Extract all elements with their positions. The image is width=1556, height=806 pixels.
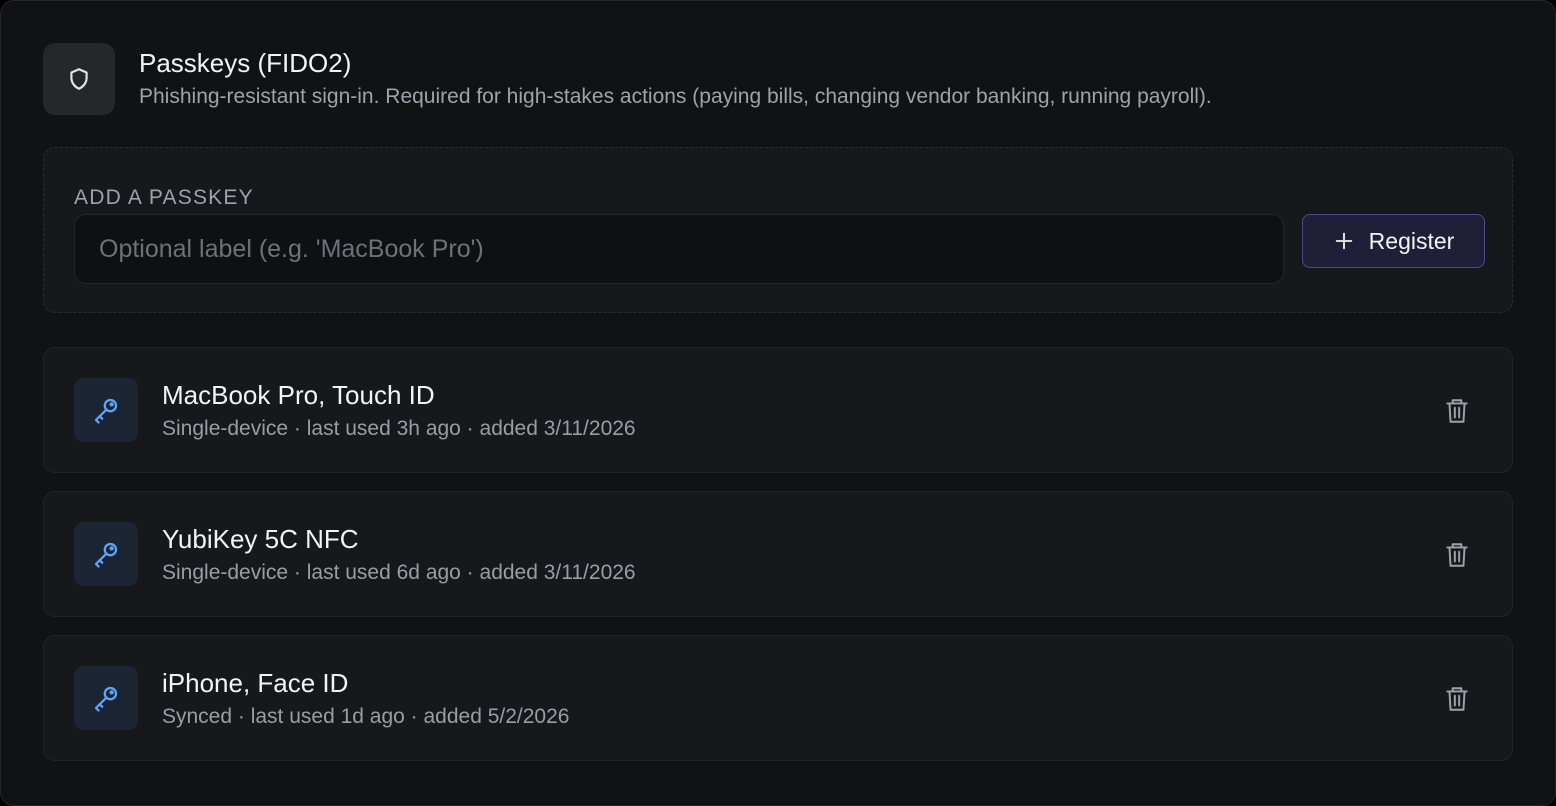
passkey-label-input[interactable] [74,214,1284,284]
register-button-label: Register [1368,227,1455,254]
passkey-name: YubiKey 5C NFC [162,524,359,554]
passkey-meta: Single-device · last used 3h ago · added… [162,417,636,440]
passkey-meta: Synced · last used 1d ago · added 5/2/20… [162,705,570,728]
passkey-name: MacBook Pro, Touch ID [162,380,435,410]
plus-icon [1333,230,1355,252]
passkey-item: YubiKey 5C NFC Single-device · last used… [43,491,1513,617]
trash-icon[interactable] [1440,682,1474,716]
key-icon [74,666,138,730]
trash-icon[interactable] [1440,538,1474,572]
key-icon [74,522,138,586]
passkey-name: iPhone, Face ID [162,668,349,698]
passkey-meta: Single-device · last used 6d ago · added… [162,561,636,584]
passkey-item: iPhone, Face ID Synced · last used 1d ag… [43,635,1513,761]
register-button[interactable]: Register [1302,214,1485,268]
shield-icon [43,43,115,115]
add-passkey-panel: ADD A PASSKEY Register [43,147,1513,313]
trash-icon[interactable] [1440,394,1474,428]
add-passkey-label: ADD A PASSKEY [74,186,254,209]
passkeys-header: Passkeys (FIDO2) Phishing-resistant sign… [43,43,1212,115]
page-subtitle: Phishing-resistant sign-in. Required for… [139,85,1212,108]
passkeys-card: Passkeys (FIDO2) Phishing-resistant sign… [0,0,1556,806]
passkey-item: MacBook Pro, Touch ID Single-device · la… [43,347,1513,473]
key-icon [74,378,138,442]
page-title: Passkeys (FIDO2) [139,48,352,78]
